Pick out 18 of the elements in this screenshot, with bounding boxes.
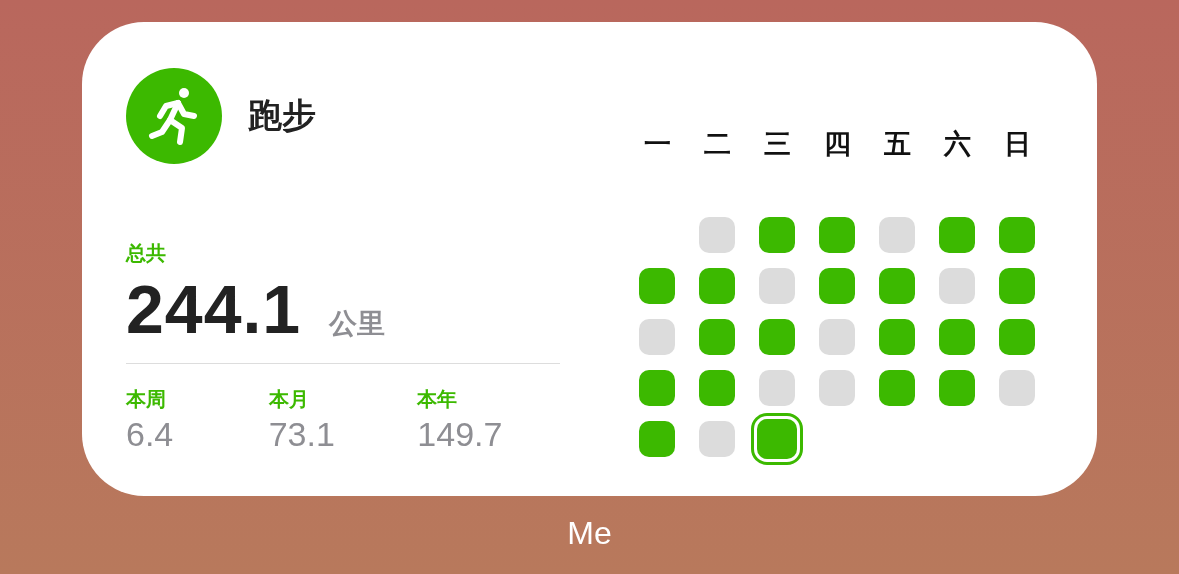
- stat-value: 6.4: [126, 415, 174, 454]
- widget-title: 跑步: [248, 95, 316, 136]
- stat-label: 本月: [268, 387, 309, 412]
- weekday-label: 一: [643, 128, 671, 161]
- distance-unit: 公里: [329, 307, 386, 341]
- weekday-label: 五: [883, 128, 911, 161]
- stat-value: 149.7: [417, 415, 503, 454]
- total-label: 总共: [126, 241, 167, 266]
- total-distance: 244.1: [126, 270, 302, 349]
- weekday-label: 三: [763, 128, 791, 161]
- widget-caption: Me: [567, 515, 612, 552]
- weekday-label: 六: [943, 128, 971, 161]
- weekday-label: 四: [823, 128, 851, 161]
- weekday-label: 二: [703, 128, 731, 161]
- stat-label: 本年: [417, 387, 458, 412]
- stat-label: 本周: [126, 387, 166, 412]
- weekday-label: 日: [1003, 128, 1031, 161]
- stat-value: 73.1: [268, 415, 335, 454]
